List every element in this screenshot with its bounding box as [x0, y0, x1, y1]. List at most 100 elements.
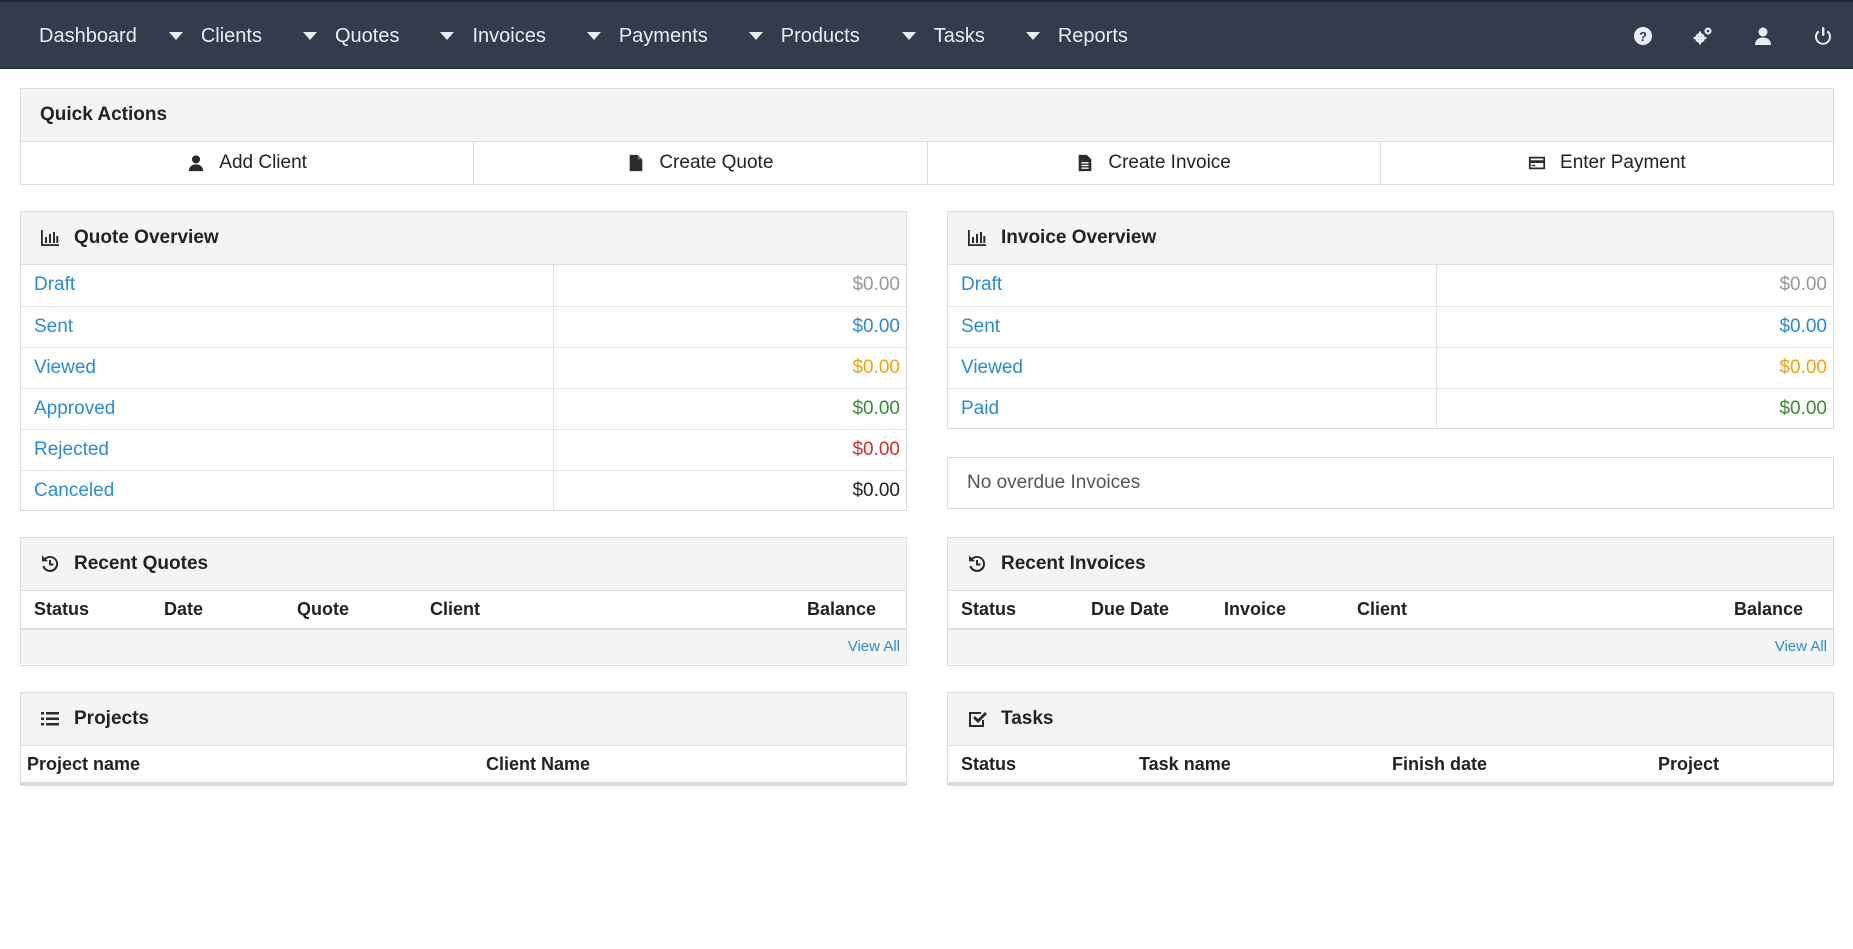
overdue-notice-text: No overdue Invoices	[967, 472, 1141, 493]
recent-invoices-panel: Recent Invoices Status Due Date Invoice …	[947, 537, 1834, 666]
invoice-overview-heading: Invoice Overview	[948, 212, 1833, 265]
caret-down-icon	[168, 32, 183, 40]
view-all-invoices-link[interactable]: View All	[1775, 638, 1827, 655]
nav-tasks[interactable]: Tasks	[901, 2, 985, 70]
table-row: Rejected $0.00	[21, 428, 906, 470]
table-row: Draft $0.00	[948, 265, 1833, 306]
svg-text:?: ?	[1639, 29, 1647, 44]
view-all-quotes-link[interactable]: View All	[848, 638, 900, 655]
nav-dashboard-label: Dashboard	[39, 24, 137, 47]
nav-payments[interactable]: Payments	[586, 2, 708, 70]
enter-payment-button[interactable]: Enter Payment	[1381, 142, 1833, 184]
user-icon[interactable]	[1733, 2, 1793, 70]
caret-down-icon	[302, 32, 317, 40]
quote-overview-panel: Quote Overview Draft $0.00 Sent $0.00 View…	[20, 211, 907, 511]
tasks-title: Tasks	[1001, 708, 1054, 729]
recent-quotes-title: Recent Quotes	[74, 553, 209, 574]
nav-clients-label: Clients	[200, 24, 262, 47]
nav-invoices-label: Invoices	[472, 24, 546, 47]
invoice-viewed-amount: $0.00	[1435, 346, 1833, 388]
file-icon	[630, 154, 643, 172]
quote-sent-link[interactable]: Sent	[21, 305, 553, 347]
nav-right-icons: ?	[1613, 2, 1853, 70]
caret-down-icon	[1025, 32, 1040, 40]
column-header-project-name: Project name	[27, 753, 141, 774]
invoice-viewed-link[interactable]: Viewed	[948, 346, 1436, 388]
nav-products-label: Products	[780, 24, 860, 47]
power-icon[interactable]	[1793, 2, 1853, 70]
settings-icon[interactable]	[1673, 2, 1733, 70]
column-header-status: Status	[961, 599, 1017, 619]
quote-overview-title: Quote Overview	[74, 227, 219, 248]
table-row: Paid $0.00	[948, 387, 1833, 429]
column-header-invoice: Invoice	[1224, 599, 1287, 619]
nav-payments-label: Payments	[618, 24, 708, 47]
caret-down-icon	[586, 32, 601, 40]
file-text-icon	[1079, 154, 1092, 172]
recent-invoices-footer: View All	[948, 630, 1833, 664]
overdue-invoices-notice: No overdue Invoices	[947, 457, 1834, 509]
column-header-client-name: Client Name	[486, 753, 591, 774]
nav-quotes-label: Quotes	[334, 24, 400, 47]
quote-rejected-amount: $0.00	[552, 428, 906, 470]
create-invoice-button[interactable]: Create Invoice	[928, 142, 1381, 184]
invoice-overview-panel: Invoice Overview Draft $0.00 Sent $0.00 Vi…	[947, 211, 1834, 429]
column-header-task-name: Task name	[1139, 753, 1231, 774]
table-row: Approved $0.00	[21, 387, 906, 429]
projects-title: Projects	[74, 708, 149, 729]
recent-quotes-header: Status Date Quote Client Balance	[21, 591, 906, 630]
table-row: Sent $0.00	[948, 305, 1833, 347]
recent-quotes-panel: Recent Quotes Status Date Quote Client B…	[20, 537, 907, 666]
column-header-balance: Balance	[806, 599, 876, 619]
invoice-overview-table: Draft $0.00 Sent $0.00 Viewed $0.00 Paid $0.…	[948, 265, 1833, 429]
quote-draft-link[interactable]: Draft	[21, 265, 553, 306]
add-client-button[interactable]: Add Client	[21, 142, 475, 184]
invoice-sent-link[interactable]: Sent	[948, 305, 1436, 347]
nav-clients[interactable]: Clients	[168, 2, 262, 70]
projects-heading: Projects	[21, 693, 906, 746]
invoice-paid-link[interactable]: Paid	[948, 387, 1436, 429]
column-header-client: Client	[1357, 599, 1408, 619]
quote-rejected-link[interactable]: Rejected	[21, 428, 553, 470]
invoice-paid-amount: $0.00	[1435, 387, 1833, 429]
history-icon	[969, 555, 986, 572]
recent-invoices-header: Status Due Date Invoice Client Balance	[948, 591, 1833, 630]
invoice-draft-link[interactable]: Draft	[948, 265, 1436, 306]
list-icon	[41, 712, 59, 726]
quote-approved-amount: $0.00	[552, 387, 906, 429]
nav-products[interactable]: Products	[748, 2, 860, 70]
quote-sent-amount: $0.00	[552, 305, 906, 347]
help-icon[interactable]: ?	[1613, 2, 1673, 70]
enter-payment-label: Enter Payment	[1560, 152, 1686, 173]
quick-actions-row: Add Client Create Quote Create Invoice E…	[21, 142, 1833, 184]
tasks-header: Status Task name Finish date Project	[948, 746, 1833, 785]
main-nav: Dashboard Clients Quotes Invoices Paymen…	[0, 2, 1128, 70]
invoice-draft-amount: $0.00	[1435, 265, 1833, 306]
table-row: Viewed $0.00	[21, 346, 906, 388]
quick-actions-panel: Quick Actions Add Client Create Quote Cr…	[20, 88, 1834, 185]
recent-quotes-footer: View All	[21, 630, 906, 664]
nav-dashboard[interactable]: Dashboard	[39, 2, 137, 70]
nav-quotes[interactable]: Quotes	[302, 2, 400, 70]
quote-overview-heading: Quote Overview	[21, 212, 906, 265]
table-row: Draft $0.00	[21, 265, 906, 306]
quote-approved-link[interactable]: Approved	[21, 387, 553, 429]
caret-down-icon	[440, 32, 455, 40]
projects-panel: Projects Project name Client Name	[20, 692, 907, 786]
quote-viewed-link[interactable]: Viewed	[21, 346, 553, 388]
column-header-date: Date	[164, 599, 204, 619]
column-header-status: Status	[34, 599, 90, 619]
nav-reports[interactable]: Reports	[1025, 2, 1128, 70]
table-row: Canceled $0.00	[21, 469, 906, 511]
create-quote-button[interactable]: Create Quote	[474, 142, 928, 184]
column-header-quote: Quote	[297, 599, 349, 619]
nav-tasks-label: Tasks	[933, 24, 985, 47]
create-invoice-label: Create Invoice	[1108, 152, 1231, 173]
quote-viewed-amount: $0.00	[552, 346, 906, 388]
recent-quotes-heading: Recent Quotes	[21, 538, 906, 591]
check-square-icon	[969, 712, 987, 727]
nav-invoices[interactable]: Invoices	[440, 2, 546, 70]
nav-reports-label: Reports	[1057, 24, 1128, 47]
quote-canceled-link[interactable]: Canceled	[21, 469, 553, 511]
credit-card-icon	[1528, 156, 1546, 170]
